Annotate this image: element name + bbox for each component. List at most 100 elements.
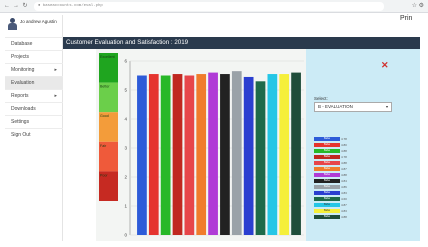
legend-value: 4.84: [341, 179, 347, 183]
sidebar-item-sign-out[interactable]: Sign Out: [5, 128, 63, 141]
legend-swatch: Bebe: [314, 155, 340, 159]
y-tick-label: 4: [124, 117, 127, 122]
legend-value: 4.87: [341, 167, 347, 171]
sidebar-item-settings[interactable]: Settings: [5, 115, 63, 128]
sidebar-item-label: Evaluation: [11, 80, 35, 86]
legend-item: Bebe 4.80: [314, 143, 364, 148]
browser-menu-icons[interactable]: ☆ ⚙: [398, 2, 424, 11]
legend-item: Bebe 4.78: [314, 137, 364, 142]
y-tick-label: 6: [124, 59, 127, 64]
legend-value: 4.87: [341, 203, 347, 207]
user-name: Jo andrew Agustin: [20, 19, 57, 24]
bar: [184, 75, 195, 235]
legend-swatch: Bebe: [314, 167, 340, 171]
legend-item: Bebe 4.88: [314, 173, 364, 178]
evaluation-chart: Excellent Better Good Fair Poor 0 1 2 3 4 5 6: [99, 53, 304, 238]
legend-item: Bebe 4.78: [314, 155, 364, 160]
chevron-right-icon: ▸: [54, 93, 57, 99]
legend-item: Bebe 4.87: [314, 167, 364, 172]
legend-swatch: Bebe: [314, 203, 340, 207]
sidebar-item-label: Reports: [11, 93, 29, 99]
sidebar-item-downloads[interactable]: Downloads: [5, 102, 63, 115]
sidebar-item-label: Downloads: [11, 106, 36, 112]
legend-value: 4.80: [341, 143, 347, 147]
select-value: B - EVALUATION: [318, 104, 353, 109]
sidebar-item-reports[interactable]: Reports ▸: [5, 89, 63, 102]
legend-value: 4.86: [341, 185, 347, 189]
legend-swatch: Bebe: [314, 209, 340, 213]
sidebar-item-database[interactable]: Database: [5, 37, 63, 50]
evaluation-select[interactable]: B - EVALUATION ▾: [314, 102, 392, 112]
sidebar-item-evaluation[interactable]: Evaluation: [5, 76, 63, 89]
bar: [279, 74, 290, 235]
legend-item: Bebe 4.87: [314, 203, 364, 208]
legend-item: Bebe 4.88: [314, 161, 364, 166]
reload-icon[interactable]: ↻: [21, 2, 29, 10]
legend-swatch: Bebe: [314, 173, 340, 177]
bar: [148, 74, 159, 235]
y-tick-label: 0: [124, 233, 127, 238]
legend-swatch: Bebe: [314, 197, 340, 201]
bar: [196, 74, 207, 235]
browser-toolbar: ← → ↻ ● baseaccounts.com/eval.php ☆ ⚙: [0, 0, 428, 13]
legend-item: Bebe 4.88: [314, 149, 364, 154]
bar: [231, 71, 242, 236]
bar: [255, 81, 266, 235]
bar: [137, 75, 147, 235]
select-label: Select:: [314, 96, 328, 101]
y-tick-label: 2: [124, 175, 127, 180]
bar: [243, 76, 254, 235]
sidebar-item-monitoring[interactable]: Monitoring ▸: [5, 63, 63, 76]
legend-value: 4.78: [341, 155, 347, 159]
legend-value: 4.88: [341, 215, 347, 219]
legend-value: 4.78: [341, 137, 347, 141]
forward-icon[interactable]: →: [12, 2, 20, 10]
legend-swatch: Bebe: [314, 137, 340, 141]
legend-item: Bebe 4.83: [314, 191, 364, 196]
legend-value: 4.60: [341, 197, 347, 201]
bar: [172, 74, 183, 235]
legend-swatch: Bebe: [314, 143, 340, 147]
bottom-frame: [0, 241, 428, 247]
legend-value: 4.88: [341, 161, 347, 165]
scale-band-label: Fair: [100, 144, 107, 148]
sidebar-item-label: Projects: [11, 54, 30, 60]
legend-swatch: Bebe: [314, 161, 340, 165]
legend-item: Bebe 4.83: [314, 209, 364, 214]
y-tick-label: 1: [124, 204, 127, 209]
legend-item: Bebe 4.88: [314, 215, 364, 220]
avatar: [8, 18, 17, 30]
legend-value: 4.88: [341, 173, 347, 177]
scale-band-label: Better: [100, 85, 110, 89]
sidebar-item-projects[interactable]: Projects: [5, 50, 63, 63]
address-bar[interactable]: ● baseaccounts.com/eval.php: [34, 2, 384, 11]
legend-value: 4.83: [341, 209, 347, 213]
sidebar-item-label: Settings: [11, 119, 30, 125]
scale-band-label: Excellent: [100, 55, 115, 59]
back-icon[interactable]: ←: [3, 2, 11, 10]
page-title: Customer Evaluation and Satisfaction : 2…: [63, 37, 420, 49]
sidebar-item-label: Database: [11, 41, 33, 47]
y-tick-label: 5: [124, 88, 127, 93]
legend-value: 4.88: [341, 149, 347, 153]
sidebar-item-label: Sign Out: [11, 132, 31, 138]
legend-swatch: Bebe: [314, 149, 340, 153]
y-tick-label: 3: [124, 146, 127, 151]
close-icon[interactable]: ✕: [381, 61, 389, 70]
scale-band-label: Poor: [100, 173, 108, 177]
print-link[interactable]: Prin: [400, 15, 412, 22]
legend-swatch: Bebe: [314, 179, 340, 183]
legend-swatch: Bebe: [314, 191, 340, 195]
legend-swatch: Bebe: [314, 185, 340, 189]
chevron-down-icon: ▾: [385, 104, 388, 109]
sidebar: Jo andrew Agustin Database Projects Monito…: [5, 15, 63, 247]
legend-swatch: Bebe: [314, 215, 340, 219]
user-profile: Jo andrew Agustin: [5, 15, 63, 35]
bar: [291, 72, 301, 235]
sidebar-item-label: Monitoring: [11, 67, 35, 73]
bar: [267, 74, 278, 235]
bar: [220, 74, 230, 235]
legend-item: Bebe 4.84: [314, 179, 364, 184]
bar: [160, 75, 171, 235]
scale-band-label: Good: [100, 114, 109, 118]
